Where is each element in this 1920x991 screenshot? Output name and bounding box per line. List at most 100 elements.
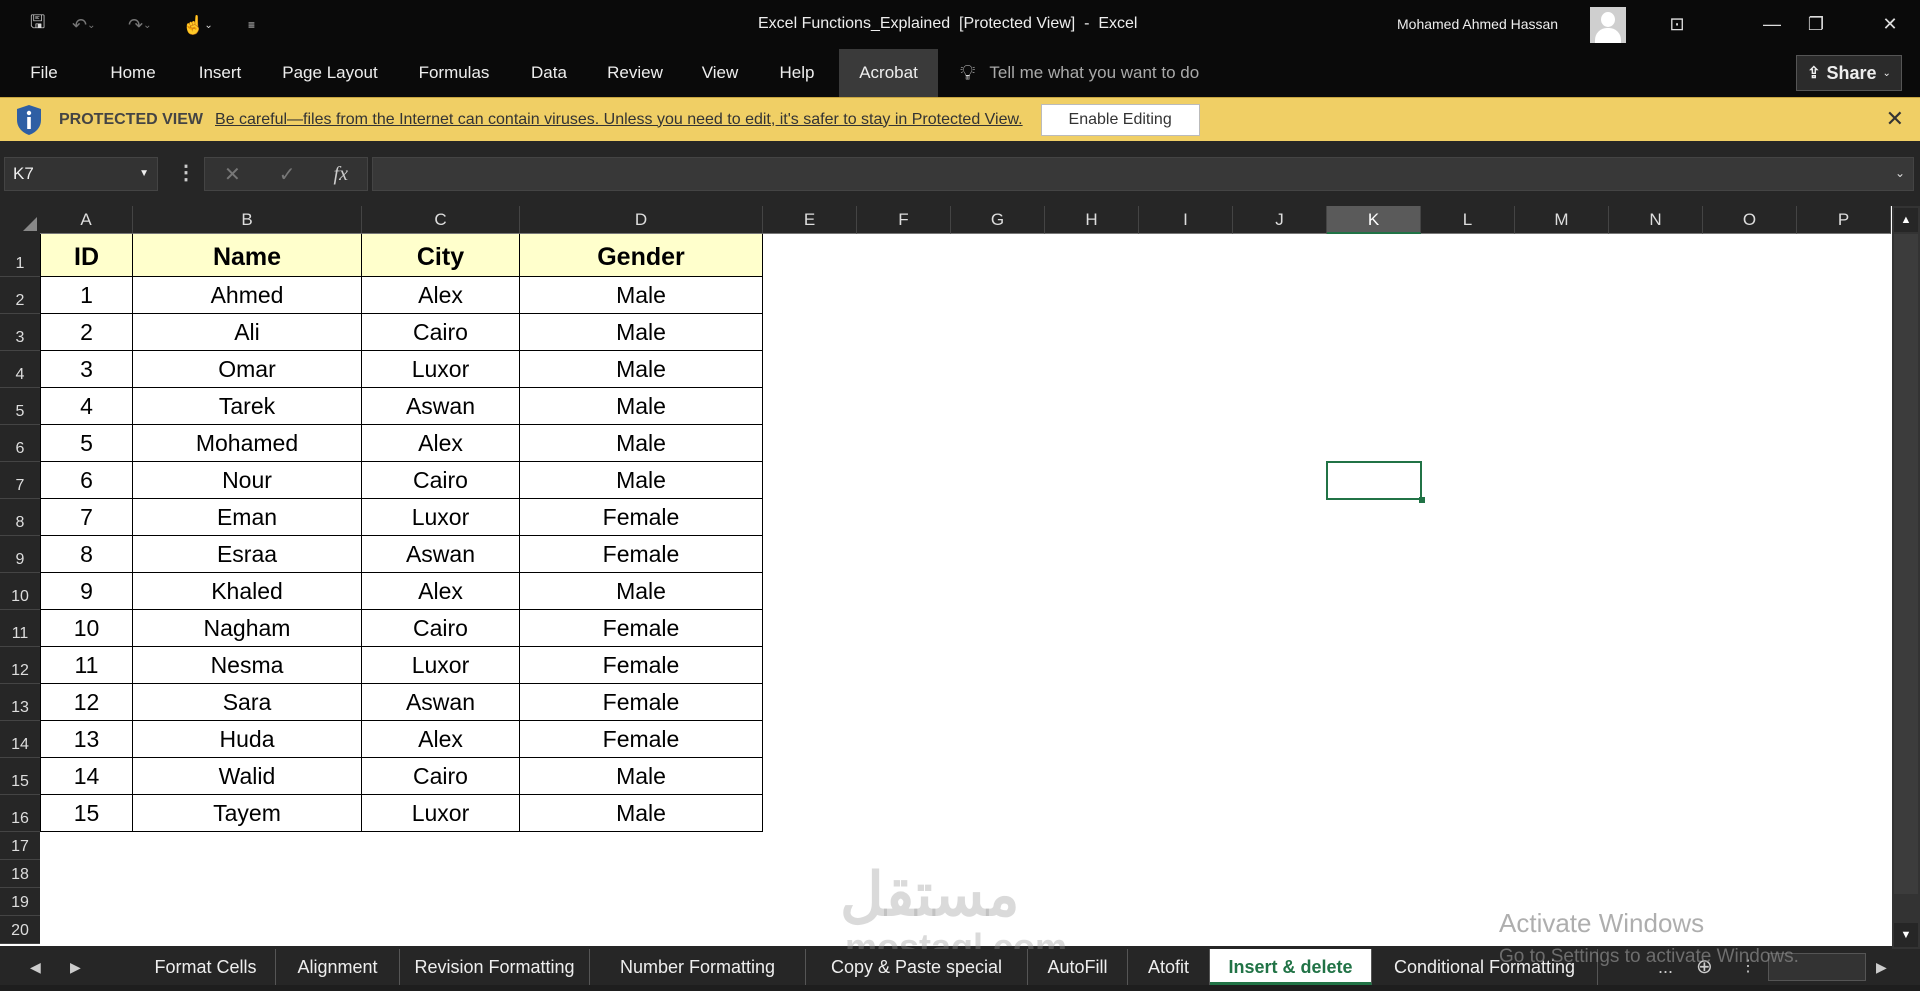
column-header-j[interactable]: J (1233, 206, 1327, 234)
table-cell[interactable]: Ahmed (133, 277, 362, 314)
row-header-2[interactable]: 2 (0, 277, 40, 314)
sheet-tab-insert-delete[interactable]: Insert & delete (1210, 949, 1372, 985)
row-header-9[interactable]: 9 (0, 536, 40, 573)
row-header-3[interactable]: 3 (0, 314, 40, 351)
table-cell[interactable]: 2 (40, 314, 133, 351)
save-icon[interactable]: 🖫 (30, 12, 45, 38)
tab-insert[interactable]: Insert (190, 49, 250, 97)
table-cell[interactable]: Female (520, 499, 763, 536)
table-cell[interactable]: 1 (40, 277, 133, 314)
tab-home[interactable]: Home (100, 49, 166, 97)
header-cell-city[interactable]: City (362, 234, 520, 277)
prev-sheet-icon[interactable]: ◀ (30, 949, 41, 985)
tab-formulas[interactable]: Formulas (410, 49, 498, 97)
scroll-right-icon[interactable]: ▶ (1876, 949, 1887, 985)
table-cell[interactable]: Tayem (133, 795, 362, 832)
table-cell[interactable]: Female (520, 647, 763, 684)
table-cell[interactable]: Cairo (362, 462, 520, 499)
table-cell[interactable]: 13 (40, 721, 133, 758)
sheet-tab-copy-paste-special[interactable]: Copy & Paste special (806, 949, 1028, 985)
table-cell[interactable]: Alex (362, 277, 520, 314)
table-cell[interactable]: Mohamed (133, 425, 362, 462)
row-header-19[interactable]: 19 (0, 888, 40, 916)
column-header-c[interactable]: C (362, 206, 520, 234)
column-header-g[interactable]: G (951, 206, 1045, 234)
column-header-h[interactable]: H (1045, 206, 1139, 234)
sheet-tab-format-cells[interactable]: Format Cells (136, 949, 276, 985)
selected-cell-k7[interactable] (1326, 461, 1425, 503)
column-header-l[interactable]: L (1421, 206, 1515, 234)
more-options-icon[interactable]: ⋮ (176, 160, 196, 185)
table-cell[interactable]: Female (520, 610, 763, 647)
table-cell[interactable]: Tarek (133, 388, 362, 425)
table-cell[interactable]: Luxor (362, 499, 520, 536)
table-cell[interactable]: 6 (40, 462, 133, 499)
sheet-tab-atofit[interactable]: Atofit (1128, 949, 1210, 985)
name-box[interactable]: K7 ▼ (4, 157, 158, 191)
table-cell[interactable]: Huda (133, 721, 362, 758)
column-header-d[interactable]: D (520, 206, 763, 234)
table-cell[interactable]: 8 (40, 536, 133, 573)
undo-icon[interactable]: ↶ ⌄ (72, 12, 95, 38)
row-header-8[interactable]: 8 (0, 499, 40, 536)
formula-input[interactable]: ⌄ (372, 157, 1914, 191)
user-name[interactable]: Mohamed Ahmed Hassan (1397, 16, 1558, 32)
table-cell[interactable]: Female (520, 721, 763, 758)
expand-formula-icon[interactable]: ⌄ (1895, 166, 1905, 180)
table-cell[interactable]: 5 (40, 425, 133, 462)
row-header-7[interactable]: 7 (0, 462, 40, 499)
table-cell[interactable]: Cairo (362, 758, 520, 795)
column-header-p[interactable]: P (1797, 206, 1891, 234)
select-all-button[interactable] (0, 206, 40, 234)
table-cell[interactable]: Aswan (362, 536, 520, 573)
tab-acrobat[interactable]: Acrobat (839, 49, 938, 97)
column-header-i[interactable]: I (1139, 206, 1233, 234)
row-header-13[interactable]: 13 (0, 684, 40, 721)
table-cell[interactable]: Male (520, 388, 763, 425)
row-header-5[interactable]: 5 (0, 388, 40, 425)
table-cell[interactable]: 12 (40, 684, 133, 721)
scroll-up-icon[interactable]: ▲ (1894, 208, 1918, 232)
column-header-b[interactable]: B (133, 206, 362, 234)
enable-editing-button[interactable]: Enable Editing (1040, 103, 1200, 136)
customize-qat-icon[interactable]: ≡ (248, 12, 255, 38)
table-cell[interactable]: 10 (40, 610, 133, 647)
chevron-down-icon[interactable]: ▼ (139, 158, 149, 190)
table-cell[interactable]: 11 (40, 647, 133, 684)
row-header-18[interactable]: 18 (0, 860, 40, 888)
close-icon[interactable]: ✕ (1886, 106, 1904, 132)
row-header-15[interactable]: 15 (0, 758, 40, 795)
protected-view-message[interactable]: Be careful—files from the Internet can c… (215, 111, 1023, 129)
tab-file[interactable]: File (18, 49, 70, 97)
header-cell-name[interactable]: Name (133, 234, 362, 277)
next-sheet-icon[interactable]: ▶ (70, 949, 81, 985)
table-cell[interactable]: Alex (362, 721, 520, 758)
row-header-11[interactable]: 11 (0, 610, 40, 647)
cancel-icon[interactable]: ✕ (224, 162, 241, 187)
minimize-icon[interactable]: — (1752, 10, 1792, 38)
table-cell[interactable]: Luxor (362, 795, 520, 832)
row-header-17[interactable]: 17 (0, 832, 40, 860)
table-cell[interactable]: Nour (133, 462, 362, 499)
table-cell[interactable]: Eman (133, 499, 362, 536)
worksheet-grid[interactable]: A B C D E F G H I J K L M N O P 1 2 3 4 5 6 7 8 9 10 11 12 13 14 15 16 1… (0, 206, 1892, 946)
table-cell[interactable]: Luxor (362, 351, 520, 388)
table-cell[interactable]: 15 (40, 795, 133, 832)
table-cell[interactable]: Luxor (362, 647, 520, 684)
insert-function-icon[interactable]: fx (334, 163, 348, 186)
column-header-k[interactable]: K (1327, 206, 1421, 234)
row-header-14[interactable]: 14 (0, 721, 40, 758)
check-icon[interactable]: ✓ (279, 162, 296, 187)
sheet-tab-alignment[interactable]: Alignment (276, 949, 400, 985)
table-cell[interactable]: Alex (362, 425, 520, 462)
column-header-e[interactable]: E (763, 206, 857, 234)
table-cell[interactable]: Male (520, 462, 763, 499)
table-cell[interactable]: Walid (133, 758, 362, 795)
table-cell[interactable]: Female (520, 684, 763, 721)
header-cell-gender[interactable]: Gender (520, 234, 763, 277)
table-cell[interactable]: Male (520, 277, 763, 314)
tab-view[interactable]: View (694, 49, 746, 97)
table-cell[interactable]: Male (520, 425, 763, 462)
tab-review[interactable]: Review (600, 49, 670, 97)
table-cell[interactable]: Male (520, 573, 763, 610)
